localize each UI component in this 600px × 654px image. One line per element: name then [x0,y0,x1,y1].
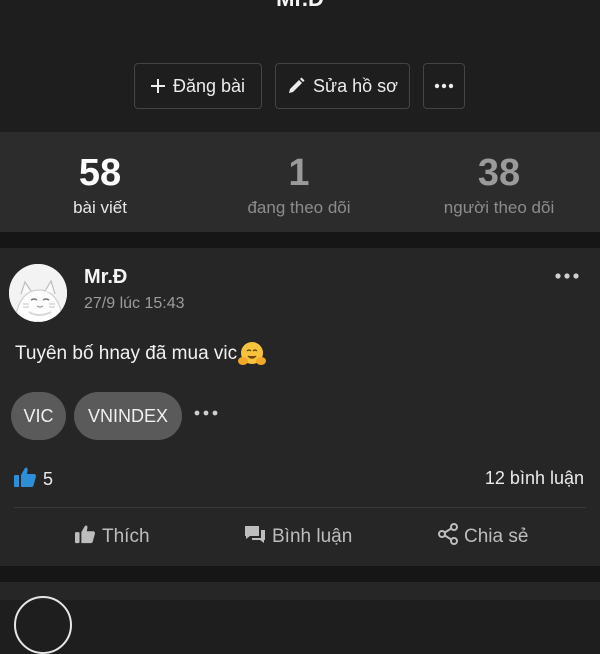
stat-posts[interactable]: 58 bài viết [0,132,200,218]
comment-button-label: Bình luận [272,526,353,547]
post-content: Tuyên bố hnay đã mua vic [15,341,267,367]
edit-profile-label: Sửa hồ sơ [313,75,398,96]
ellipsis-icon [434,83,454,89]
like-button[interactable]: Thích [74,518,150,556]
create-post-button[interactable]: Đăng bài [134,63,262,109]
stat-following-value: 1 [288,152,310,194]
create-post-label: Đăng bài [172,75,246,96]
stat-following[interactable]: 1 đang theo dõi [199,132,399,218]
profile-actions: Đăng bài Sửa hồ sơ [0,63,600,111]
stat-following-label: đang theo dõi [247,198,351,217]
section-divider [0,566,600,582]
share-button[interactable]: Chia sẻ [438,518,528,556]
tag-vic[interactable]: VIC [11,392,66,440]
stat-followers-label: người theo dõi [443,198,555,217]
tag-vnindex[interactable]: VNINDEX [74,392,182,440]
thumbs-up-icon [74,524,96,550]
more-options-button[interactable] [423,63,465,109]
tags-more-icon[interactable] [193,406,219,420]
stat-posts-label: bài viết [73,198,127,217]
post-text: Tuyên bố hnay đã mua vic [15,343,238,364]
post-divider [14,507,586,508]
share-icon [438,523,458,551]
like-count[interactable]: 5 [13,466,53,493]
stat-followers[interactable]: 38 người theo dõi [399,132,599,218]
like-count-value: 5 [43,469,54,489]
plus-icon [150,79,165,93]
post-more-icon[interactable] [554,268,580,284]
pencil-icon [287,77,305,95]
post-card: Mr.Đ 27/9 lúc 15:43 Tuyên bố hnay đã mua… [0,248,600,566]
stat-followers-value: 38 [477,152,521,194]
like-button-label: Thích [102,526,150,547]
edit-profile-button[interactable]: Sửa hồ sơ [275,63,410,109]
share-button-label: Chia sẻ [464,526,529,547]
stat-posts-value: 58 [78,152,122,194]
thumbs-up-icon [13,466,37,493]
profile-stats: 58 bài viết 1 đang theo dõi 38 người the… [0,132,600,232]
section-divider [0,232,600,248]
next-post-card [0,582,600,654]
comment-count[interactable]: 12 bình luận [485,468,584,489]
comment-icon [244,524,266,550]
profile-name: Mr.Đ [0,0,600,12]
comment-button[interactable]: Bình luận [244,518,352,556]
post-action-bar: Thích Bình luận Chia sẻ [0,518,600,556]
post-author[interactable]: Mr.Đ [84,266,127,289]
hugging-face-emoji-icon [238,341,267,367]
avatar[interactable] [14,596,72,654]
avatar[interactable] [9,264,67,322]
engagement-row: 5 12 bình luận [0,466,600,494]
post-timestamp: 27/9 lúc 15:43 [84,295,185,312]
